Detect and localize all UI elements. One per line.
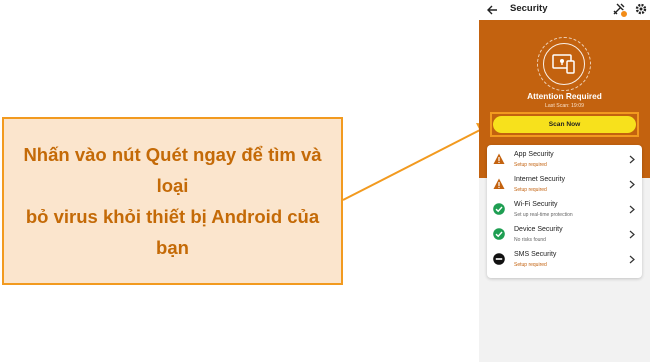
list-item-status: Setup required xyxy=(514,162,547,168)
gear-icon[interactable] xyxy=(634,2,648,16)
list-item-title: Internet Security xyxy=(514,176,565,183)
list-item-status: Setup required xyxy=(514,187,547,193)
phone-screen: Security Attention Required Last Scan: 1… xyxy=(479,0,650,362)
warning-icon xyxy=(493,178,505,189)
list-item-sms-security[interactable]: SMS Security Setup required xyxy=(487,247,642,272)
back-arrow-icon[interactable] xyxy=(485,3,499,17)
list-item-title: Device Security xyxy=(514,226,563,233)
minus-circle-icon xyxy=(493,253,505,265)
list-item-device-security[interactable]: Device Security No risks found xyxy=(487,222,642,247)
last-scan-time: Last Scan: 19:09 xyxy=(545,103,584,109)
chevron-right-icon xyxy=(629,230,635,239)
list-item-app-security[interactable]: App Security Setup required xyxy=(487,147,642,172)
chevron-right-icon xyxy=(629,155,635,164)
chevron-right-icon xyxy=(629,180,635,189)
warning-icon xyxy=(493,153,505,164)
scan-now-button[interactable]: Scan Now xyxy=(493,116,636,133)
list-item-status: No risks found xyxy=(514,237,546,243)
chevron-right-icon xyxy=(629,205,635,214)
list-item-internet-security[interactable]: Internet Security Setup required xyxy=(487,172,642,197)
list-item-status: Set up real-time protection xyxy=(514,212,573,218)
list-item-title: Wi-Fi Security xyxy=(514,201,558,208)
device-lock-icon xyxy=(552,54,575,74)
page-title: Security xyxy=(510,3,548,14)
security-list-card: App Security Setup required Internet Sec… xyxy=(487,145,642,278)
list-item-wifi-security[interactable]: Wi-Fi Security Set up real-time protecti… xyxy=(487,197,642,222)
check-circle-icon xyxy=(493,228,505,240)
list-item-title: App Security xyxy=(514,151,554,158)
chevron-right-icon xyxy=(629,255,635,264)
check-circle-icon xyxy=(493,203,505,215)
list-item-title: SMS Security xyxy=(514,251,557,258)
app-bar: Security xyxy=(479,0,650,20)
status-title: Attention Required xyxy=(527,91,602,101)
list-item-status: Setup required xyxy=(514,262,547,268)
notification-badge xyxy=(620,10,628,18)
